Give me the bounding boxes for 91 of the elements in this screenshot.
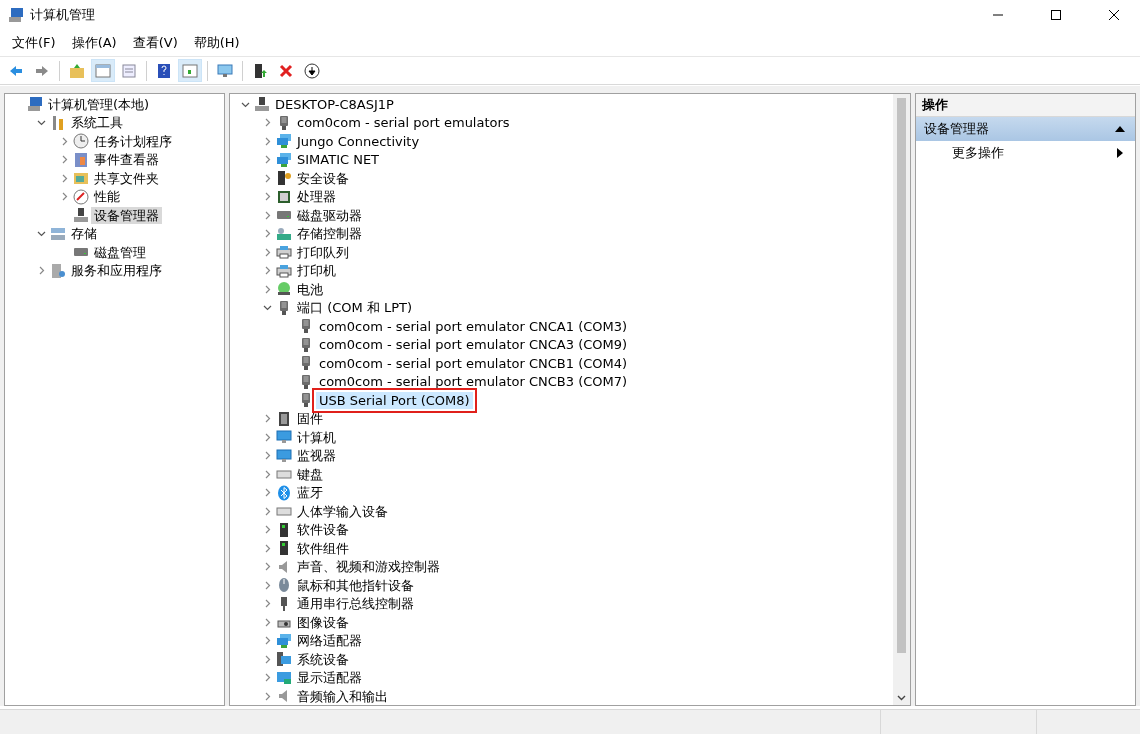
storage-controller-icon <box>276 225 292 242</box>
tree-item[interactable]: 网络适配器 <box>294 632 365 650</box>
action-item[interactable]: 更多操作 <box>916 141 1135 165</box>
monitor-icon <box>217 62 233 79</box>
tree-item[interactable]: 服务和应用程序 <box>68 262 165 280</box>
tree-item[interactable]: 安全设备 <box>294 169 352 187</box>
menu-item[interactable]: 查看(V) <box>124 31 186 55</box>
printer-icon <box>276 244 292 261</box>
tree-item[interactable]: 共享文件夹 <box>91 169 162 187</box>
submenu-arrow-icon <box>1117 148 1123 158</box>
services-icon <box>50 262 66 279</box>
tree-item[interactable]: 音频输入和输出 <box>294 687 391 705</box>
tree-item[interactable]: 打印机 <box>294 262 339 280</box>
actions-header: 操作 <box>916 94 1135 117</box>
menu-item[interactable]: 操作(A) <box>63 31 125 55</box>
menu-item[interactable]: 帮助(H) <box>185 31 248 55</box>
collapse-arrow-icon <box>1115 126 1125 132</box>
tree-item[interactable]: 任务计划程序 <box>91 132 175 150</box>
security-device-icon <box>276 170 292 187</box>
computer-icon <box>73 207 89 224</box>
tree-item[interactable]: 计算机 <box>294 428 339 446</box>
tree-item[interactable]: com0com - serial port emulator CNCA1 (COM3) <box>316 317 631 335</box>
tree-item[interactable]: 系统设备 <box>294 650 352 668</box>
help-icon <box>156 62 172 79</box>
tree-item[interactable]: 事件查看器 <box>91 151 162 169</box>
window-title: 计算机管理 <box>30 6 96 24</box>
display-adapter-icon <box>276 669 292 686</box>
tree-item[interactable]: 系统工具 <box>68 114 126 132</box>
network-icon <box>276 133 292 150</box>
tree-item[interactable]: 处理器 <box>294 188 339 206</box>
tree-item[interactable]: 打印队列 <box>294 243 352 261</box>
tree-item[interactable]: Jungo Connectivity <box>294 132 423 150</box>
tree-item[interactable]: com0com - serial port emulator CNCB1 (COM4) <box>316 354 631 372</box>
shared-folder-icon <box>73 170 89 187</box>
menu-item[interactable]: 文件(F) <box>4 31 64 55</box>
monitor-icon <box>276 429 292 446</box>
tree-item[interactable]: 计算机管理(本地) <box>45 95 153 113</box>
monitor-icon <box>276 447 292 464</box>
storage-icon <box>50 225 66 242</box>
tree-item[interactable]: 通用串行总线控制器 <box>294 595 417 613</box>
network-icon <box>276 632 292 649</box>
device-update-icon <box>252 62 268 79</box>
tree-item[interactable]: 磁盘驱动器 <box>294 206 365 224</box>
tree-item[interactable]: 显示适配器 <box>294 669 365 687</box>
folder-up-icon <box>69 62 85 79</box>
bluetooth-icon <box>276 484 292 501</box>
gauge-icon <box>73 188 89 205</box>
tree-item[interactable]: 软件组件 <box>294 539 352 557</box>
network-icon <box>276 151 292 168</box>
panel-icon <box>182 62 198 79</box>
computer-icon <box>254 96 270 113</box>
tree-item[interactable]: 固件 <box>294 410 326 428</box>
mouse-icon <box>276 577 292 594</box>
tree-item[interactable]: 磁盘管理 <box>91 243 149 261</box>
computer-management-icon <box>8 7 24 23</box>
clock-icon <box>73 133 89 150</box>
tree-item[interactable]: 电池 <box>294 280 326 298</box>
tree-item[interactable]: com0com - serial port emulator CNCA3 (COM9) <box>316 336 631 354</box>
tree-item[interactable]: 存储 <box>68 225 100 243</box>
tree-item[interactable]: 软件设备 <box>294 521 352 539</box>
tree-item[interactable]: 性能 <box>91 188 123 206</box>
tree-item[interactable]: 图像设备 <box>294 613 352 631</box>
close-icon[interactable] <box>1109 10 1119 20</box>
event-log-icon <box>73 151 89 168</box>
tree-item[interactable]: 鼠标和其他指针设备 <box>294 576 417 594</box>
properties-icon <box>121 62 137 79</box>
tree-item[interactable]: com0com - serial port emulators <box>294 114 513 132</box>
tree-item[interactable]: 端口 (COM 和 LPT) <box>294 299 416 317</box>
tree-item[interactable]: 设备管理器 <box>91 206 162 224</box>
tools-icon <box>50 114 66 131</box>
printer-icon <box>276 262 292 279</box>
firmware-icon <box>276 410 292 427</box>
close-icon <box>278 62 294 79</box>
tree-item[interactable]: 声音、视频和游戏控制器 <box>294 558 443 576</box>
chip-icon <box>276 188 292 205</box>
tree-item[interactable]: DESKTOP-C8ASJ1P <box>272 95 397 113</box>
action-section-header[interactable]: 设备管理器 <box>916 117 1135 141</box>
scrollbar[interactable] <box>893 94 910 705</box>
download-icon <box>304 62 320 79</box>
tree-item[interactable]: 键盘 <box>294 465 326 483</box>
system-device-icon <box>276 651 292 668</box>
tree-item[interactable]: 蓝牙 <box>294 484 326 502</box>
tree-item[interactable]: 人体学输入设备 <box>294 502 391 520</box>
computer-management-icon <box>27 96 43 113</box>
panel-icon <box>95 62 111 79</box>
maximize-icon[interactable] <box>1051 10 1061 20</box>
tree-item[interactable]: 存储控制器 <box>294 225 365 243</box>
battery-icon <box>276 281 292 298</box>
tree-item[interactable]: 监视器 <box>294 447 339 465</box>
tree-item[interactable]: com0com - serial port emulator CNCB3 (COM7) <box>316 373 631 391</box>
tree-item[interactable]: SIMATIC NET <box>294 151 383 169</box>
